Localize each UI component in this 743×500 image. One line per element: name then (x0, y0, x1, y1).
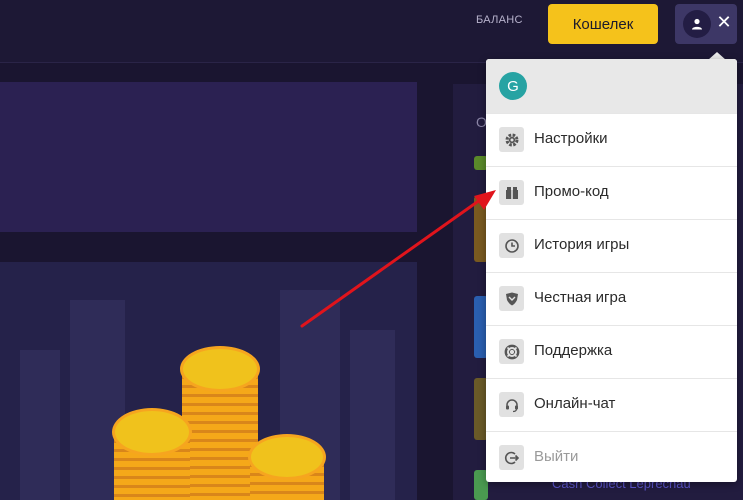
annotation-arrow (300, 190, 496, 328)
